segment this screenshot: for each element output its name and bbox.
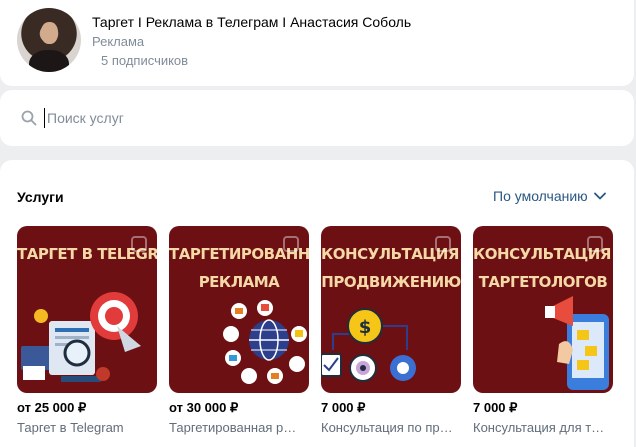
chevron-down-icon — [593, 192, 606, 200]
community-category: Реклама — [92, 34, 145, 49]
search-input[interactable] — [44, 108, 604, 128]
subscribers-count[interactable]: 5 подписчиков — [101, 53, 188, 68]
service-card[interactable]: КОНСУЛЬТАЦИЯ ДЛЯ ТАРГЕТОЛОГОВ 7 000 ₽ Ко… — [473, 226, 613, 435]
community-header: Таргет I Реклама в Телеграм I Анастасия … — [0, 0, 634, 86]
service-card[interactable]: ТАРГЕТ В TELEGRAM от 25 000 ₽ Таргет в T — [17, 226, 157, 435]
search-bar — [0, 90, 634, 146]
svg-text:$: $ — [359, 317, 372, 338]
service-image[interactable]: КОНСУЛЬТАЦИЯ ПО ПРОДВИЖЕНИЮ $ — [321, 226, 461, 393]
avatar-face — [41, 22, 58, 44]
sort-dropdown[interactable]: По умолчанию — [493, 188, 606, 204]
consulting-illustration: $ — [321, 308, 416, 382]
service-image[interactable]: ТАРГЕТИРОВАННАЯ РЕКЛАМА — [169, 226, 309, 393]
targeting-illustration — [223, 300, 307, 384]
service-price: 7 000 ₽ — [321, 400, 366, 415]
service-image[interactable]: ТАРГЕТ В TELEGRAM — [17, 226, 157, 393]
marketing-illustration — [21, 292, 141, 382]
service-name[interactable]: Консультация для таргетологов — [473, 420, 607, 435]
service-price: от 25 000 ₽ — [17, 400, 87, 415]
service-image[interactable]: КОНСУЛЬТАЦИЯ ДЛЯ ТАРГЕТОЛОГОВ — [473, 226, 613, 393]
service-price: от 30 000 ₽ — [169, 400, 239, 415]
service-name[interactable]: Таргетированная реклама — [169, 420, 303, 435]
service-price: 7 000 ₽ — [473, 400, 518, 415]
sort-label: По умолчанию — [493, 188, 588, 204]
service-card[interactable]: ТАРГЕТИРОВАННАЯ РЕКЛАМА — [169, 226, 309, 435]
service-name[interactable]: Таргет в Telegram — [17, 420, 151, 435]
avatar[interactable] — [17, 8, 81, 72]
avatar-body — [29, 50, 69, 72]
community-title[interactable]: Таргет I Реклама в Телеграм I Анастасия … — [92, 14, 411, 30]
service-name[interactable]: Консультация по продвижению — [321, 420, 455, 435]
smartphone-illustration — [545, 296, 609, 390]
service-card[interactable]: КОНСУЛЬТАЦИЯ ПО ПРОДВИЖЕНИЮ $ 7 000 ₽ Ко… — [321, 226, 461, 435]
services-title: Услуги — [17, 189, 64, 205]
services-section: Услуги По умолчанию ТАРГЕТ В TELEGRAM — [0, 160, 634, 447]
search-icon — [21, 110, 37, 126]
